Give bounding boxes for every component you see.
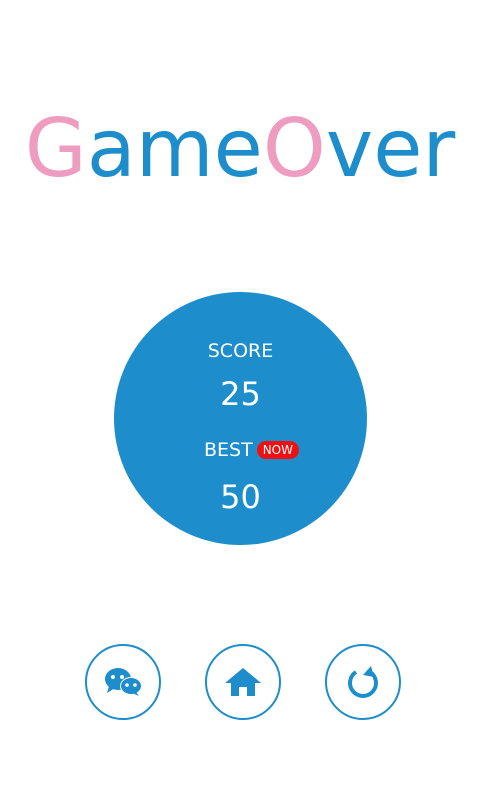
- score-value: 25: [220, 375, 261, 413]
- title-letter-g: G: [24, 102, 87, 195]
- title-letters-ame: ame: [86, 102, 263, 195]
- restart-button[interactable]: [325, 644, 401, 720]
- wechat-icon: [105, 668, 142, 696]
- home-button[interactable]: [205, 644, 281, 720]
- home-icon: [225, 668, 261, 696]
- best-label: BEST: [203, 438, 253, 461]
- restart-icon: [348, 666, 378, 698]
- score-panel: SCORE 25 BEST NOW 50: [114, 292, 367, 545]
- score-label: SCORE: [207, 340, 274, 362]
- title-letters-ver: ver: [325, 102, 456, 195]
- best-value: 50: [220, 478, 261, 516]
- game-over-title: GameOver: [0, 104, 480, 194]
- share-button[interactable]: [85, 644, 161, 720]
- title-letter-o: O: [262, 102, 326, 195]
- best-row: BEST NOW: [114, 438, 367, 461]
- new-best-badge: NOW: [256, 440, 299, 459]
